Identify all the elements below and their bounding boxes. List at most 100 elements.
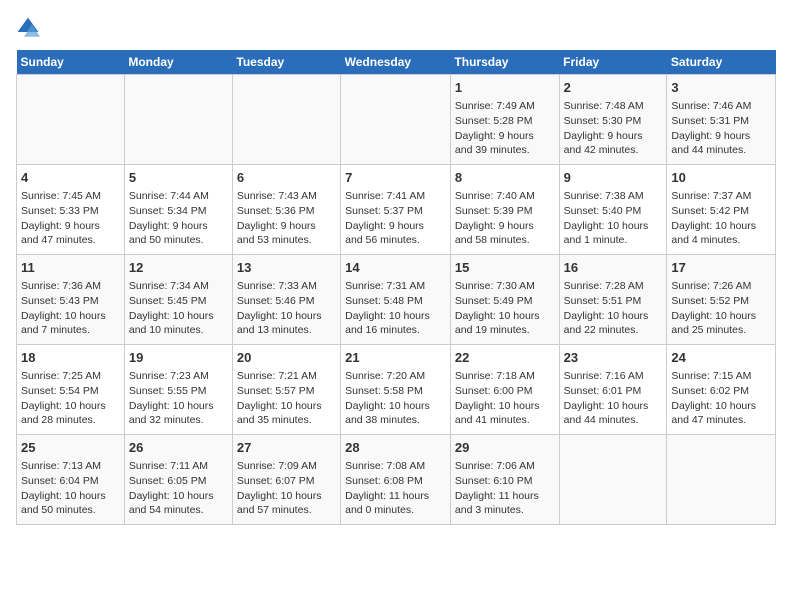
day-info: Sunrise: 7:23 AMSunset: 5:55 PMDaylight:… [129,369,228,428]
day-number: 21 [345,349,446,367]
day-number: 7 [345,169,446,187]
calendar-cell [232,75,340,165]
day-info: Sunrise: 7:18 AMSunset: 6:00 PMDaylight:… [455,369,555,428]
calendar-cell: 20 Sunrise: 7:21 AMSunset: 5:57 PMDayligh… [232,345,340,435]
calendar-cell: 8 Sunrise: 7:40 AMSunset: 5:39 PMDaylight… [450,165,559,255]
page-header [16,16,776,40]
calendar-cell: 3 Sunrise: 7:46 AMSunset: 5:31 PMDaylight… [667,75,776,165]
calendar-cell: 9 Sunrise: 7:38 AMSunset: 5:40 PMDaylight… [559,165,667,255]
calendar-cell: 21 Sunrise: 7:20 AMSunset: 5:58 PMDayligh… [341,345,451,435]
day-info: Sunrise: 7:20 AMSunset: 5:58 PMDaylight:… [345,369,446,428]
day-number: 23 [564,349,663,367]
day-number: 19 [129,349,228,367]
day-number: 2 [564,79,663,97]
calendar-cell: 10 Sunrise: 7:37 AMSunset: 5:42 PMDayligh… [667,165,776,255]
week-row-0: 1 Sunrise: 7:49 AMSunset: 5:28 PMDaylight… [17,75,776,165]
day-number: 24 [671,349,771,367]
header-wednesday: Wednesday [341,50,451,75]
calendar-cell: 22 Sunrise: 7:18 AMSunset: 6:00 PMDayligh… [450,345,559,435]
week-row-2: 11 Sunrise: 7:36 AMSunset: 5:43 PMDayligh… [17,255,776,345]
calendar-cell: 17 Sunrise: 7:26 AMSunset: 5:52 PMDayligh… [667,255,776,345]
day-info: Sunrise: 7:06 AMSunset: 6:10 PMDaylight:… [455,459,555,518]
day-number: 16 [564,259,663,277]
day-info: Sunrise: 7:49 AMSunset: 5:28 PMDaylight:… [455,99,555,158]
day-number: 11 [21,259,120,277]
header-sunday: Sunday [17,50,125,75]
logo-icon [16,16,40,40]
calendar-cell: 25Sunrise: 7:13 AMSunset: 6:04 PMDayligh… [17,435,125,525]
day-number: 15 [455,259,555,277]
day-number: 8 [455,169,555,187]
day-info: Sunrise: 7:28 AMSunset: 5:51 PMDaylight:… [564,279,663,338]
calendar-cell: 7 Sunrise: 7:41 AMSunset: 5:37 PMDaylight… [341,165,451,255]
day-number: 18 [21,349,120,367]
day-number: 22 [455,349,555,367]
day-info: Sunrise: 7:40 AMSunset: 5:39 PMDaylight:… [455,189,555,248]
calendar-cell: 29Sunrise: 7:06 AMSunset: 6:10 PMDayligh… [450,435,559,525]
calendar-cell: 26 Sunrise: 7:11 AMSunset: 6:05 PMDayligh… [124,435,232,525]
day-info: Sunrise: 7:38 AMSunset: 5:40 PMDaylight:… [564,189,663,248]
day-number: 9 [564,169,663,187]
calendar-cell [341,75,451,165]
header-tuesday: Tuesday [232,50,340,75]
calendar-cell: 2 Sunrise: 7:48 AMSunset: 5:30 PMDaylight… [559,75,667,165]
day-number: 27 [237,439,336,457]
header-thursday: Thursday [450,50,559,75]
day-info: Sunrise: 7:48 AMSunset: 5:30 PMDaylight:… [564,99,663,158]
day-info: Sunrise: 7:45 AMSunset: 5:33 PMDaylight:… [21,189,120,248]
week-row-3: 18 Sunrise: 7:25 AMSunset: 5:54 PMDayligh… [17,345,776,435]
calendar-cell: 15 Sunrise: 7:30 AMSunset: 5:49 PMDayligh… [450,255,559,345]
calendar-cell: 1 Sunrise: 7:49 AMSunset: 5:28 PMDaylight… [450,75,559,165]
day-number: 12 [129,259,228,277]
calendar-table: SundayMondayTuesdayWednesdayThursdayFrid… [16,50,776,525]
day-info: Sunrise: 7:41 AMSunset: 5:37 PMDaylight:… [345,189,446,248]
day-info: Sunrise: 7:33 AMSunset: 5:46 PMDaylight:… [237,279,336,338]
calendar-cell: 28 Sunrise: 7:08 AMSunset: 6:08 PMDayligh… [341,435,451,525]
day-info: Sunrise: 7:25 AMSunset: 5:54 PMDaylight:… [21,369,120,428]
calendar-cell: 27 Sunrise: 7:09 AMSunset: 6:07 PMDayligh… [232,435,340,525]
calendar-cell: 19 Sunrise: 7:23 AMSunset: 5:55 PMDayligh… [124,345,232,435]
day-number: 3 [671,79,771,97]
day-info: Sunrise: 7:11 AMSunset: 6:05 PMDaylight:… [129,459,228,518]
day-info: Sunrise: 7:37 AMSunset: 5:42 PMDaylight:… [671,189,771,248]
day-info: Sunrise: 7:08 AMSunset: 6:08 PMDaylight:… [345,459,446,518]
day-number: 26 [129,439,228,457]
calendar-cell [124,75,232,165]
day-info: Sunrise: 7:36 AMSunset: 5:43 PMDaylight:… [21,279,120,338]
day-number: 28 [345,439,446,457]
calendar-cell: 16 Sunrise: 7:28 AMSunset: 5:51 PMDayligh… [559,255,667,345]
calendar-cell: 13 Sunrise: 7:33 AMSunset: 5:46 PMDayligh… [232,255,340,345]
logo [16,16,44,40]
day-number: 6 [237,169,336,187]
day-info: Sunrise: 7:43 AMSunset: 5:36 PMDaylight:… [237,189,336,248]
day-number: 1 [455,79,555,97]
day-number: 20 [237,349,336,367]
day-info: Sunrise: 7:26 AMSunset: 5:52 PMDaylight:… [671,279,771,338]
day-info: Sunrise: 7:34 AMSunset: 5:45 PMDaylight:… [129,279,228,338]
calendar-cell: 5Sunrise: 7:44 AMSunset: 5:34 PMDaylight… [124,165,232,255]
day-number: 13 [237,259,336,277]
day-info: Sunrise: 7:21 AMSunset: 5:57 PMDaylight:… [237,369,336,428]
day-info: Sunrise: 7:31 AMSunset: 5:48 PMDaylight:… [345,279,446,338]
calendar-cell [667,435,776,525]
week-row-4: 25Sunrise: 7:13 AMSunset: 6:04 PMDayligh… [17,435,776,525]
day-number: 17 [671,259,771,277]
day-info: Sunrise: 7:09 AMSunset: 6:07 PMDaylight:… [237,459,336,518]
calendar-cell: 4 Sunrise: 7:45 AMSunset: 5:33 PMDaylight… [17,165,125,255]
calendar-cell: 11 Sunrise: 7:36 AMSunset: 5:43 PMDayligh… [17,255,125,345]
calendar-cell: 14 Sunrise: 7:31 AMSunset: 5:48 PMDayligh… [341,255,451,345]
day-number: 10 [671,169,771,187]
day-info: Sunrise: 7:46 AMSunset: 5:31 PMDaylight:… [671,99,771,158]
calendar-cell: 24Sunrise: 7:15 AMSunset: 6:02 PMDayligh… [667,345,776,435]
header-friday: Friday [559,50,667,75]
calendar-cell: 18 Sunrise: 7:25 AMSunset: 5:54 PMDayligh… [17,345,125,435]
calendar-cell: 12 Sunrise: 7:34 AMSunset: 5:45 PMDayligh… [124,255,232,345]
day-info: Sunrise: 7:30 AMSunset: 5:49 PMDaylight:… [455,279,555,338]
day-info: Sunrise: 7:44 AMSunset: 5:34 PMDaylight:… [129,189,228,248]
day-number: 14 [345,259,446,277]
day-info: Sunrise: 7:13 AMSunset: 6:04 PMDaylight:… [21,459,120,518]
calendar-cell: 23 Sunrise: 7:16 AMSunset: 6:01 PMDayligh… [559,345,667,435]
week-row-1: 4 Sunrise: 7:45 AMSunset: 5:33 PMDaylight… [17,165,776,255]
day-number: 4 [21,169,120,187]
day-info: Sunrise: 7:16 AMSunset: 6:01 PMDaylight:… [564,369,663,428]
